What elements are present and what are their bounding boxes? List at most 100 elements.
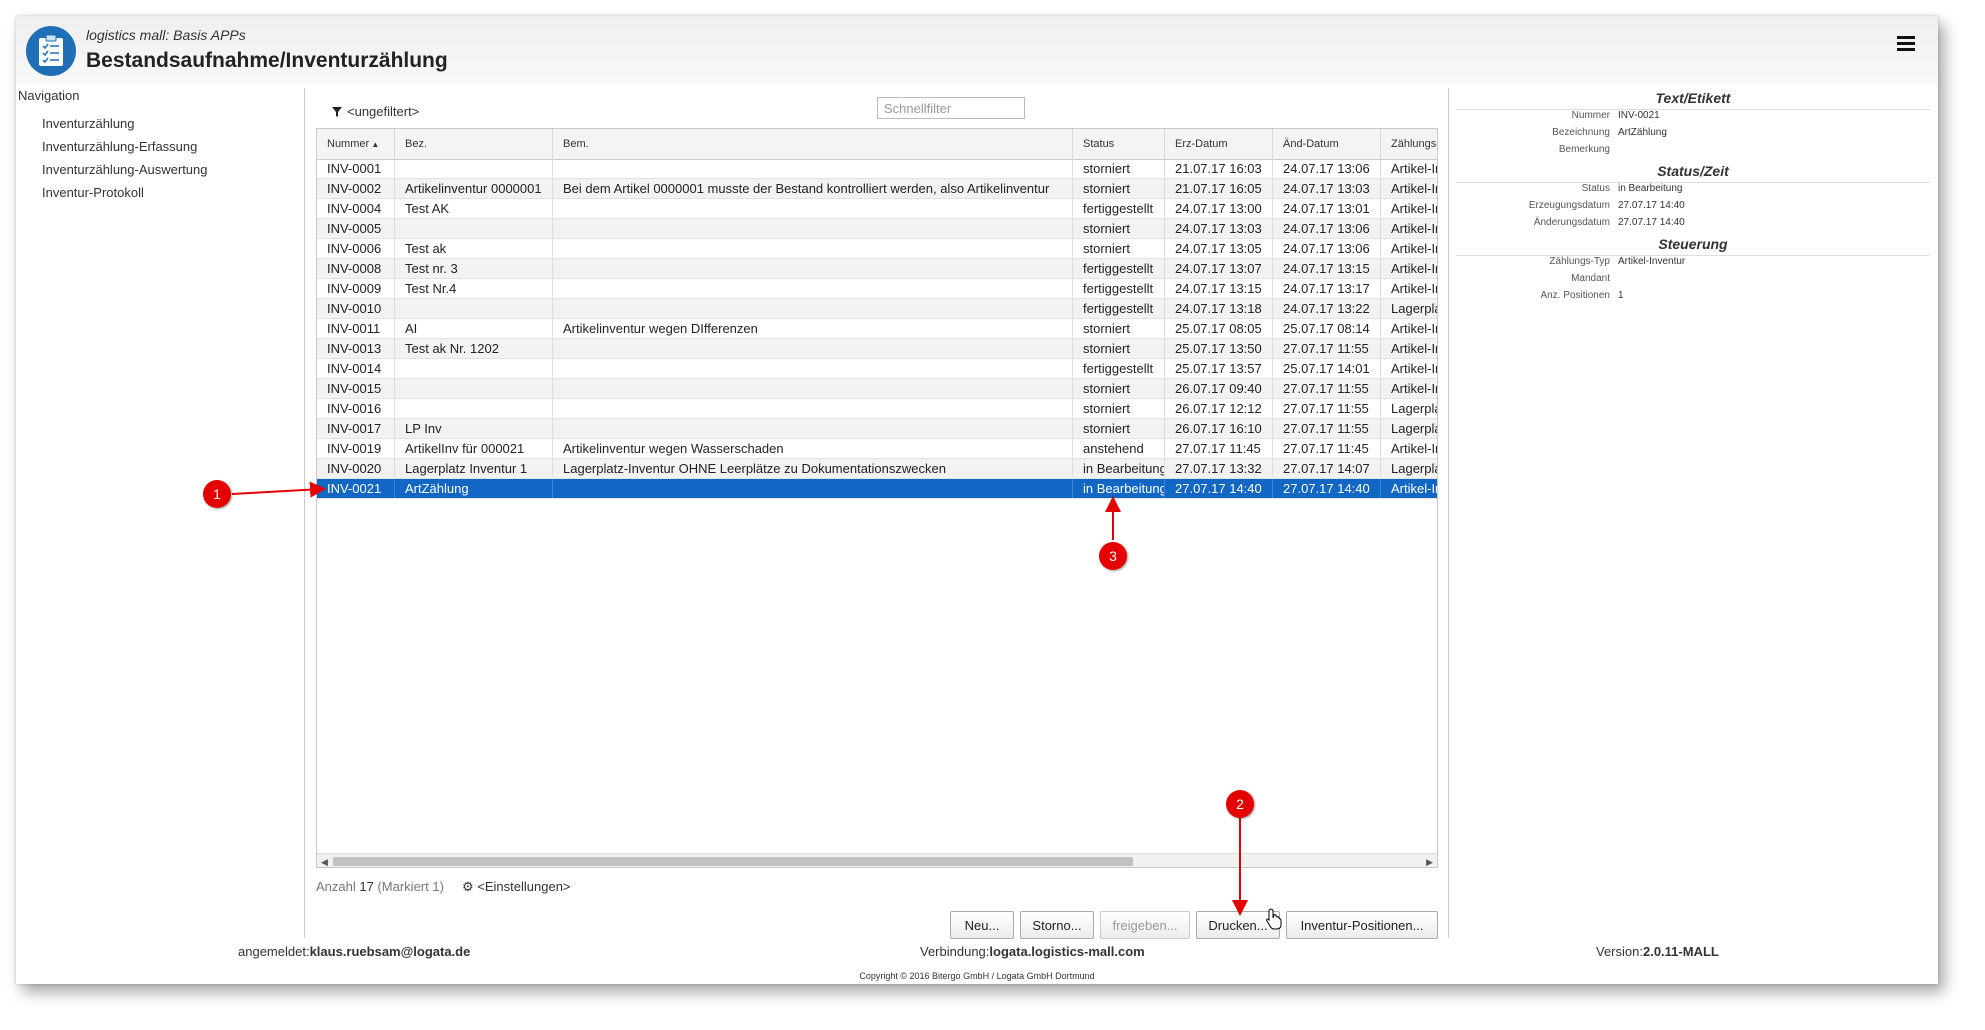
table-cell bbox=[553, 339, 1073, 358]
table-cell: ArtZählung bbox=[395, 479, 553, 498]
nav-item-protokoll[interactable]: Inventur-Protokoll bbox=[42, 181, 208, 204]
table-cell: INV-0011 bbox=[317, 319, 395, 338]
column-header-erz-datum[interactable]: Erz-Datum bbox=[1165, 129, 1273, 159]
table-cell: Test ak Nr. 1202 bbox=[395, 339, 553, 358]
table-row[interactable]: INV-0006 Test ak storniert 24.07.17 13:05 24… bbox=[317, 239, 1437, 259]
callout-2: 2 bbox=[1226, 790, 1254, 818]
version-label: Version: bbox=[1596, 944, 1643, 959]
detail-label-typ: Zählungs-Typ bbox=[1549, 256, 1610, 267]
new-button[interactable]: Neu... bbox=[950, 911, 1014, 939]
divider bbox=[304, 88, 305, 938]
detail-value-status: in Bearbeitung bbox=[1618, 183, 1683, 194]
table-row[interactable]: INV-0019 ArtikelInv für 000021 Artikelinve… bbox=[317, 439, 1437, 459]
table-row[interactable]: INV-0013 Test ak Nr. 1202 storniert 25.07.1… bbox=[317, 339, 1437, 359]
table-cell: fertiggestellt bbox=[1073, 199, 1165, 218]
horizontal-scrollbar[interactable]: ◀ ▶ bbox=[317, 853, 1437, 867]
table-row[interactable]: INV-0021 ArtZählung in Bearbeitung 27.07.17… bbox=[317, 479, 1437, 499]
table-row[interactable]: INV-0005 storniert 24.07.17 13:03 24.07.17 … bbox=[317, 219, 1437, 239]
cancel-button[interactable]: Storno... bbox=[1020, 911, 1094, 939]
table-cell: 21.07.17 16:05 bbox=[1165, 179, 1273, 198]
filter-icon[interactable] bbox=[332, 107, 342, 117]
table-cell: Artikel-Inventur bbox=[1381, 219, 1437, 238]
table-cell: 25.07.17 08:05 bbox=[1165, 319, 1273, 338]
table-cell: INV-0015 bbox=[317, 379, 395, 398]
hamburger-menu-icon[interactable] bbox=[1897, 36, 1915, 51]
detail-label-positionen: Anz. Positionen bbox=[1540, 290, 1611, 301]
table-row[interactable]: INV-0001 storniert 21.07.17 16:03 24.07.17 … bbox=[317, 159, 1437, 179]
scroll-left-icon[interactable]: ◀ bbox=[321, 857, 328, 867]
detail-value-positionen: 1 bbox=[1618, 290, 1624, 301]
release-button[interactable]: freigeben... bbox=[1100, 911, 1190, 939]
column-header-aend-datum[interactable]: Änd-Datum bbox=[1273, 129, 1381, 159]
table-cell: 26.07.17 16:10 bbox=[1165, 419, 1273, 438]
table-row[interactable]: INV-0016 storniert 26.07.17 12:12 27.07.17 … bbox=[317, 399, 1437, 419]
callout-1: 1 bbox=[203, 480, 231, 508]
column-header-nummer[interactable]: Nummer ▲ bbox=[317, 129, 395, 159]
table-cell: 25.07.17 13:57 bbox=[1165, 359, 1273, 378]
table-cell: Artikel-Inventur bbox=[1381, 239, 1437, 258]
table-cell: Artikel-Inventur bbox=[1381, 159, 1437, 178]
table-cell: Artikel-Inventur bbox=[1381, 479, 1437, 498]
table-cell: Artikel-Inventur bbox=[1381, 339, 1437, 358]
table-cell: fertiggestellt bbox=[1073, 279, 1165, 298]
table-cell: 24.07.17 13:06 bbox=[1273, 159, 1381, 178]
quickfilter-input[interactable] bbox=[877, 97, 1025, 119]
table-row[interactable]: INV-0011 AI Artikelinventur wegen DIfferen… bbox=[317, 319, 1437, 339]
table-cell: INV-0019 bbox=[317, 439, 395, 458]
table-cell: Artikelinventur wegen DIfferenzen bbox=[553, 319, 1073, 338]
table-cell bbox=[395, 359, 553, 378]
column-header-zaehlungs-typ[interactable]: Zählungs-Typ bbox=[1381, 129, 1437, 159]
table-cell: 27.07.17 11:55 bbox=[1273, 399, 1381, 418]
table-cell: Artikel-Inventur bbox=[1381, 259, 1437, 278]
column-header-bem[interactable]: Bem. bbox=[553, 129, 1073, 159]
filter-status[interactable]: <ungefiltert> bbox=[347, 104, 419, 119]
column-header-bez[interactable]: Bez. bbox=[395, 129, 553, 159]
table-cell bbox=[553, 399, 1073, 418]
table-cell bbox=[395, 219, 553, 238]
table-row[interactable]: INV-0008 Test nr. 3 fertiggestellt 24.07.17… bbox=[317, 259, 1437, 279]
nav-item-inventurzaehlung[interactable]: Inventurzählung bbox=[42, 112, 208, 135]
detail-label-status: Status bbox=[1581, 183, 1610, 194]
connection-value: logata.logistics-mall.com bbox=[989, 944, 1145, 959]
divider bbox=[1448, 88, 1449, 938]
table-cell: Lagerplatz-Inventur bbox=[1381, 419, 1437, 438]
table-cell: Lagerplatz-Inventur OHNE Leerplätze zu D… bbox=[553, 459, 1073, 478]
table-row[interactable]: INV-0017 LP Inv storniert 26.07.17 16:10 27.… bbox=[317, 419, 1437, 439]
detail-label-aenderung: Änderungsdatum bbox=[1533, 217, 1610, 228]
inventory-positions-button[interactable]: Inventur-Positionen... bbox=[1286, 911, 1438, 939]
table-cell: Artikel-Inventur bbox=[1381, 179, 1437, 198]
table-cell: 25.07.17 14:01 bbox=[1273, 359, 1381, 378]
table-row[interactable]: INV-0002 Artikelinventur 0000001 Bei dem A… bbox=[317, 179, 1437, 199]
logged-in-status: angemeldet:klaus.ruebsam@logata.de bbox=[238, 944, 470, 959]
count-label: Anzahl bbox=[316, 879, 356, 894]
table-cell: 25.07.17 13:50 bbox=[1165, 339, 1273, 358]
table-row[interactable]: INV-0014 fertiggestellt 25.07.17 13:57 25.0… bbox=[317, 359, 1437, 379]
table-row[interactable]: INV-0010 fertiggestellt 24.07.17 13:18 24.0… bbox=[317, 299, 1437, 319]
table-cell: 27.07.17 11:45 bbox=[1165, 439, 1273, 458]
table-row[interactable]: INV-0015 storniert 26.07.17 09:40 27.07.17 … bbox=[317, 379, 1437, 399]
nav-item-erfassung[interactable]: Inventurzählung-Erfassung bbox=[42, 135, 208, 158]
scroll-right-icon[interactable]: ▶ bbox=[1426, 857, 1433, 867]
table-row[interactable]: INV-0009 Test Nr.4 fertiggestellt 24.07.17 … bbox=[317, 279, 1437, 299]
table-cell: storniert bbox=[1073, 159, 1165, 178]
table-row[interactable]: INV-0004 Test AK fertiggestellt 24.07.17 13… bbox=[317, 199, 1437, 219]
table-row[interactable]: INV-0020 Lagerplatz Inventur 1 Lagerplatz-… bbox=[317, 459, 1437, 479]
column-header-status[interactable]: Status bbox=[1073, 129, 1165, 159]
table-cell: 21.07.17 16:03 bbox=[1165, 159, 1273, 178]
table-cell: storniert bbox=[1073, 339, 1165, 358]
table-cell: storniert bbox=[1073, 179, 1165, 198]
table-cell: 24.07.17 13:06 bbox=[1273, 219, 1381, 238]
section-text-etikett: Text/Etikett bbox=[1655, 90, 1731, 106]
settings-link[interactable]: ⚙ <Einstellungen> bbox=[462, 879, 571, 895]
table-cell: INV-0021 bbox=[317, 479, 395, 498]
scrollbar-thumb[interactable] bbox=[333, 857, 1133, 866]
table-cell: 24.07.17 13:15 bbox=[1273, 259, 1381, 278]
nav-item-auswertung[interactable]: Inventurzählung-Auswertung bbox=[42, 158, 208, 181]
table-cell: LP Inv bbox=[395, 419, 553, 438]
table-cell: storniert bbox=[1073, 319, 1165, 338]
table-cell: INV-0001 bbox=[317, 159, 395, 178]
count-value: 17 bbox=[359, 879, 374, 894]
gear-icon: ⚙ bbox=[462, 879, 474, 894]
table-cell: storniert bbox=[1073, 379, 1165, 398]
table-cell: anstehend bbox=[1073, 439, 1165, 458]
